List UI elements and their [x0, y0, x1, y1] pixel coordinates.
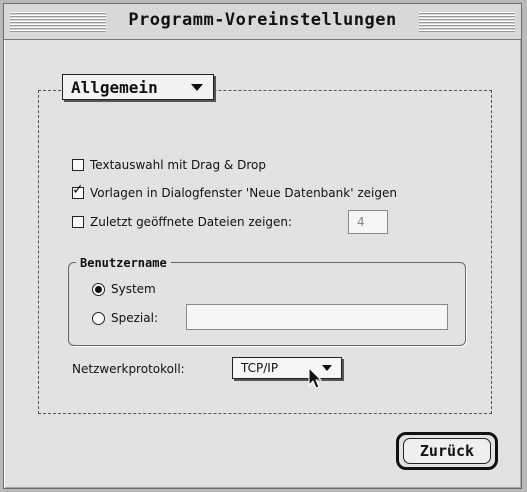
chevron-down-icon: [191, 84, 203, 91]
back-button-inner: Zurück: [403, 438, 491, 464]
mouse-pointer-icon: [308, 367, 323, 389]
templates-checkbox[interactable]: ✓: [72, 182, 84, 199]
system-radio[interactable]: [92, 282, 105, 296]
special-radio[interactable]: [92, 311, 105, 325]
title-bar[interactable]: Programm-Voreinstellungen: [4, 4, 521, 40]
special-username-field[interactable]: [186, 304, 448, 330]
window-title-text: Programm-Voreinstellungen: [118, 10, 407, 30]
system-radio-option[interactable]: System: [92, 282, 156, 296]
section-popup-menu[interactable]: Allgemein: [62, 74, 214, 100]
templates-label: Vorlagen in Dialogfenster 'Neue Datenban…: [90, 186, 397, 200]
special-radio-label: Spezial:: [111, 311, 158, 325]
network-protocol-popup[interactable]: TCP/IP: [232, 357, 342, 379]
network-protocol-label: Netzwerkprotokoll:: [72, 362, 185, 376]
section-popup-label: Allgemein: [71, 77, 158, 97]
recent-files-count-value: 4: [357, 215, 365, 229]
network-protocol-value: TCP/IP: [241, 361, 279, 375]
username-group-title: Benutzername: [76, 256, 171, 270]
drag-drop-label: Textauswahl mit Drag & Drop: [90, 158, 266, 172]
special-radio-option[interactable]: Spezial:: [92, 311, 158, 325]
recent-files-count-field[interactable]: 4: [348, 210, 388, 234]
back-button-label: Zurück: [419, 442, 475, 460]
system-radio-label: System: [111, 282, 156, 296]
drag-drop-checkbox[interactable]: [72, 159, 84, 171]
window-title: Programm-Voreinstellungen: [4, 10, 521, 30]
templates-option[interactable]: ✓ Vorlagen in Dialogfenster 'Neue Datenb…: [72, 182, 397, 200]
recent-files-checkbox[interactable]: [72, 216, 84, 228]
network-protocol-row: Netzwerkprotokoll:: [72, 362, 185, 376]
recent-files-option[interactable]: Zuletzt geöffnete Dateien zeigen:: [72, 215, 292, 229]
recent-files-label: Zuletzt geöffnete Dateien zeigen:: [90, 215, 293, 229]
drag-drop-option[interactable]: Textauswahl mit Drag & Drop: [72, 158, 266, 172]
checkmark-icon: ✓: [72, 182, 84, 198]
back-button[interactable]: Zurück: [396, 432, 498, 470]
